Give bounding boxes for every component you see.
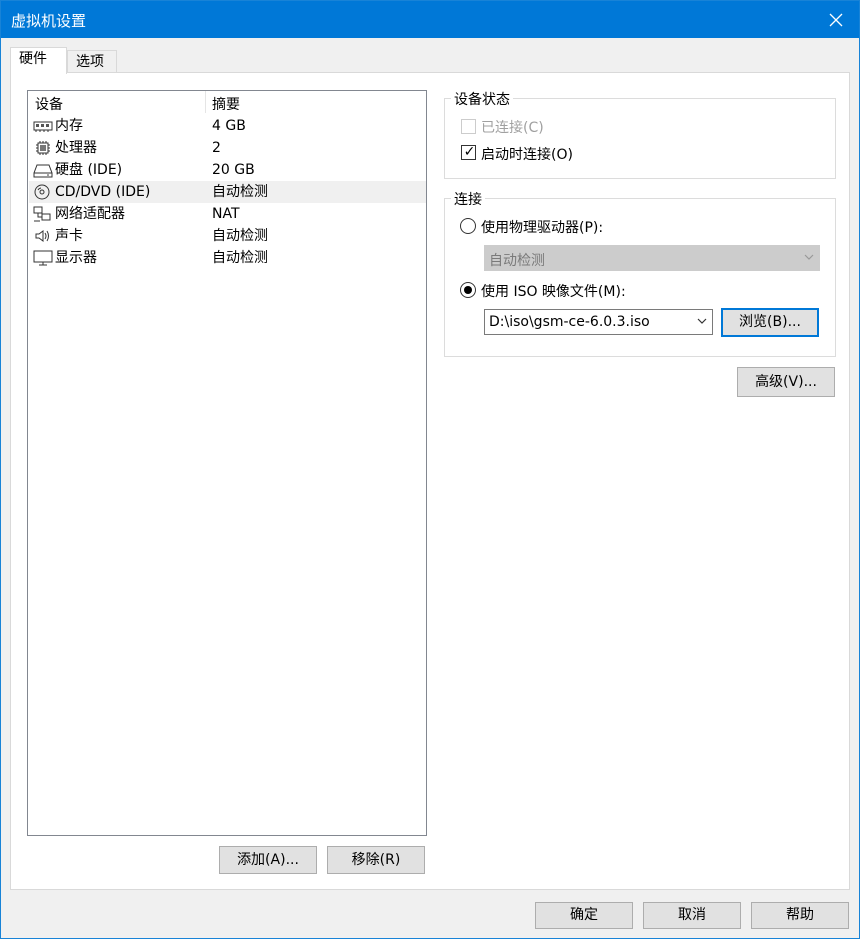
physical-drive-select[interactable]: 自动检测 <box>484 245 820 271</box>
connected-checkbox[interactable] <box>461 119 476 134</box>
remove-button[interactable]: 移除(R) <box>327 846 425 874</box>
ok-button[interactable]: 确定 <box>535 902 633 929</box>
physical-drive-radio[interactable] <box>460 218 476 234</box>
cd-dvd-icon <box>33 184 53 200</box>
device-list[interactable]: 设备 摘要 内存 4 GB 处理器 2 硬盘 (IDE) 20 GB CD/DV… <box>27 90 427 836</box>
tab-hardware[interactable]: 硬件 <box>10 47 67 74</box>
device-row-hard-disk[interactable]: 硬盘 (IDE) 20 GB <box>29 159 426 181</box>
vm-settings-window: 虚拟机设置 硬件 选项 设备 摘要 内存 4 GB 处理器 2 硬盘 (IDE)… <box>0 0 860 939</box>
chevron-down-icon <box>803 249 815 268</box>
physical-drive-label[interactable]: 使用物理驱动器(P): <box>481 217 603 237</box>
close-icon[interactable] <box>813 1 859 38</box>
hardware-panel: 设备 摘要 内存 4 GB 处理器 2 硬盘 (IDE) 20 GB CD/DV… <box>10 72 850 890</box>
device-summary: 20 GB <box>212 162 255 178</box>
column-header-summary[interactable]: 摘要 <box>212 94 240 114</box>
speaker-icon <box>33 228 53 244</box>
device-summary: 自动检测 <box>212 228 268 244</box>
connection-group: 连接 使用物理驱动器(P): 自动检测 使用 ISO 映像文件(M): D:\i… <box>444 189 836 357</box>
device-row-sound-card[interactable]: 声卡 自动检测 <box>29 225 426 247</box>
device-summary: 自动检测 <box>212 250 268 266</box>
device-status-legend: 设备状态 <box>451 89 513 109</box>
checkmark-icon: ✓ <box>463 144 476 160</box>
radio-dot <box>464 286 472 294</box>
device-row-display[interactable]: 显示器 自动检测 <box>29 247 426 269</box>
device-summary: NAT <box>212 206 240 222</box>
add-button[interactable]: 添加(A)... <box>219 846 317 874</box>
device-summary: 自动检测 <box>212 184 268 200</box>
device-name: 硬盘 (IDE) <box>55 162 123 178</box>
device-row-processor[interactable]: 处理器 2 <box>29 137 426 159</box>
connect-at-power-on-checkbox[interactable]: ✓ <box>461 144 476 160</box>
device-summary: 4 GB <box>212 118 246 134</box>
hard-disk-icon <box>33 162 53 178</box>
device-row-memory[interactable]: 内存 4 GB <box>29 115 426 137</box>
window-title: 虚拟机设置 <box>11 12 87 30</box>
monitor-icon <box>33 250 53 266</box>
iso-path-value: D:\iso\gsm-ce-6.0.3.iso <box>489 314 650 330</box>
physical-drive-value: 自动检测 <box>489 253 545 269</box>
memory-icon <box>33 118 53 134</box>
device-name: 声卡 <box>55 228 83 244</box>
column-header-device[interactable]: 设备 <box>35 94 63 114</box>
iso-path-combobox[interactable]: D:\iso\gsm-ce-6.0.3.iso <box>484 309 713 335</box>
iso-file-radio[interactable] <box>460 282 476 298</box>
advanced-button[interactable]: 高级(V)... <box>737 367 835 397</box>
network-adapter-icon <box>33 206 53 222</box>
chevron-down-icon[interactable] <box>696 313 708 332</box>
device-name: 显示器 <box>55 250 97 266</box>
title-bar[interactable]: 虚拟机设置 <box>1 1 859 38</box>
device-name: 处理器 <box>55 140 97 156</box>
connection-legend: 连接 <box>451 189 485 209</box>
device-summary: 2 <box>212 140 221 156</box>
help-button[interactable]: 帮助 <box>751 902 849 929</box>
cancel-button[interactable]: 取消 <box>643 902 741 929</box>
device-name: CD/DVD (IDE) <box>55 184 151 200</box>
device-name: 内存 <box>55 118 83 134</box>
column-divider[interactable] <box>205 91 206 113</box>
tab-options[interactable]: 选项 <box>67 50 117 74</box>
device-row-cd-dvd[interactable]: CD/DVD (IDE) 自动检测 <box>29 181 426 203</box>
connect-at-power-on-label[interactable]: 启动时连接(O) <box>481 144 573 164</box>
device-row-network-adapter[interactable]: 网络适配器 NAT <box>29 203 426 225</box>
connected-label[interactable]: 已连接(C) <box>481 117 544 137</box>
browse-button[interactable]: 浏览(B)... <box>721 308 819 337</box>
device-status-group: 设备状态 已连接(C) ✓ 启动时连接(O) <box>444 89 836 179</box>
device-name: 网络适配器 <box>55 206 125 222</box>
device-list-header: 设备 摘要 <box>28 91 426 113</box>
iso-file-label[interactable]: 使用 ISO 映像文件(M): <box>481 281 626 301</box>
processor-icon <box>33 140 53 156</box>
